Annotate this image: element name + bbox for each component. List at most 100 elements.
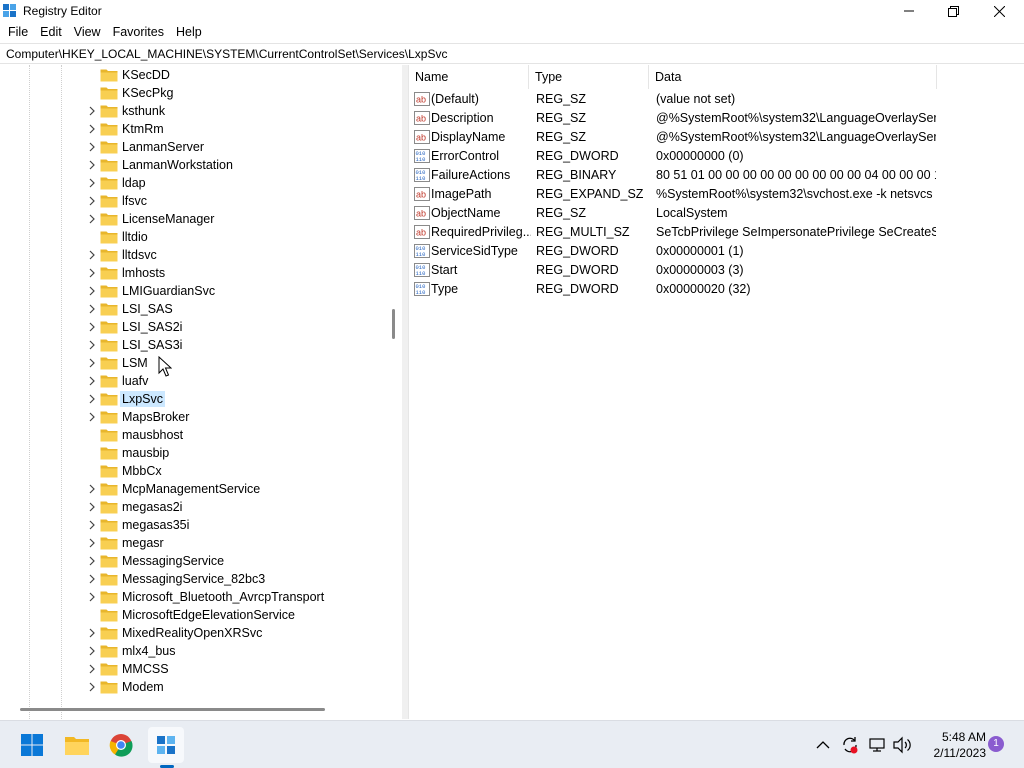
minimize-button[interactable] [886, 0, 932, 22]
chevron-right-icon[interactable] [87, 304, 97, 314]
tree-item[interactable]: lltdsvc [0, 246, 385, 264]
chevron-right-icon[interactable] [87, 628, 97, 638]
value-row[interactable]: ab ObjectName REG_SZ LocalSystem [409, 204, 1023, 223]
column-header-type[interactable]: Type [529, 65, 649, 89]
chevron-right-icon[interactable] [87, 646, 97, 656]
chevron-right-icon[interactable] [87, 592, 97, 602]
tree-item[interactable]: luafv [0, 372, 385, 390]
tree-item[interactable]: lltdio [0, 228, 385, 246]
file-explorer-button[interactable] [59, 727, 95, 763]
network-tray-button[interactable] [868, 721, 886, 768]
tree-horizontal-scrollbar[interactable] [20, 708, 325, 711]
volume-tray-button[interactable] [892, 721, 912, 768]
taskbar-clock[interactable]: 5:48 AM 2/11/2023 [918, 729, 987, 761]
chevron-right-icon[interactable] [87, 178, 97, 188]
tree-item[interactable]: mausbhost [0, 426, 385, 444]
tree-item[interactable]: ksthunk [0, 102, 385, 120]
chevron-right-icon[interactable] [87, 340, 97, 350]
chevron-right-icon[interactable] [87, 214, 97, 224]
value-row[interactable]: ab Description REG_SZ @%SystemRoot%\system3… [409, 109, 1023, 128]
menu-edit[interactable]: Edit [34, 22, 68, 43]
address-path[interactable]: Computer\HKEY_LOCAL_MACHINE\SYSTEM\Curre… [6, 47, 448, 61]
chevron-right-icon[interactable] [87, 250, 97, 260]
chevron-right-icon[interactable] [87, 358, 97, 368]
chevron-right-icon[interactable] [87, 286, 97, 296]
address-bar[interactable]: Computer\HKEY_LOCAL_MACHINE\SYSTEM\Curre… [0, 43, 1024, 64]
menu-help[interactable]: Help [170, 22, 208, 43]
chrome-button[interactable] [103, 727, 139, 763]
menu-file[interactable]: File [2, 22, 34, 43]
registry-editor-taskbar-button[interactable] [148, 727, 184, 763]
chevron-right-icon[interactable] [87, 142, 97, 152]
tree-item[interactable]: LSM [0, 354, 385, 372]
tree-item[interactable]: megasas35i [0, 516, 385, 534]
start-button[interactable] [14, 727, 50, 763]
menu-view[interactable]: View [68, 22, 107, 43]
chevron-right-icon[interactable] [87, 538, 97, 548]
chevron-right-icon[interactable] [87, 106, 97, 116]
value-row[interactable]: ab ImagePath REG_EXPAND_SZ %SystemRoot%\sys… [409, 185, 1023, 204]
tree-item[interactable]: lmhosts [0, 264, 385, 282]
chevron-right-icon[interactable] [87, 574, 97, 584]
value-row[interactable]: 010 110 ServiceSidType REG_DWORD 0x00000001 … [409, 242, 1023, 261]
column-header-data[interactable]: Data [649, 65, 937, 89]
chevron-right-icon[interactable] [87, 376, 97, 386]
tree-item[interactable]: LanmanServer [0, 138, 385, 156]
chevron-right-icon[interactable] [87, 502, 97, 512]
chevron-right-icon[interactable] [87, 322, 97, 332]
tree-item[interactable]: megasas2i [0, 498, 385, 516]
tree-item[interactable]: MixedRealityOpenXRSvc [0, 624, 385, 642]
tree-item[interactable]: mlx4_bus [0, 642, 385, 660]
value-row[interactable]: 010 110 FailureActions REG_BINARY 80 51 01 0… [409, 166, 1023, 185]
tree-item[interactable]: KSecPkg [0, 84, 385, 102]
close-button[interactable] [976, 0, 1022, 22]
tree-item[interactable]: McpManagementService [0, 480, 385, 498]
tree-item[interactable]: MessagingService [0, 552, 385, 570]
notification-badge[interactable]: 1 [988, 736, 1004, 752]
tree-item[interactable]: MapsBroker [0, 408, 385, 426]
menu-favorites[interactable]: Favorites [107, 22, 170, 43]
chevron-right-icon[interactable] [87, 484, 97, 494]
show-hidden-icons-button[interactable] [816, 721, 830, 768]
tree-item[interactable]: LSI_SAS2i [0, 318, 385, 336]
chevron-right-icon[interactable] [87, 556, 97, 566]
chevron-right-icon[interactable] [87, 268, 97, 278]
tree-item[interactable]: MbbCx [0, 462, 385, 480]
chevron-right-icon[interactable] [87, 196, 97, 206]
values-pane[interactable]: Name Type Data ab (Default) REG_SZ (value n… [408, 65, 1022, 719]
chevron-right-icon[interactable] [87, 394, 97, 404]
tree-vertical-scrollbar[interactable] [392, 309, 395, 339]
chevron-right-icon[interactable] [87, 664, 97, 674]
tree-item[interactable]: ldap [0, 174, 385, 192]
tree-item[interactable]: LicenseManager [0, 210, 385, 228]
tree-item[interactable]: LanmanWorkstation [0, 156, 385, 174]
sync-tray-button[interactable] [840, 721, 860, 768]
tree-item[interactable]: KSecDD [0, 66, 385, 84]
tree-item[interactable]: mausbip [0, 444, 385, 462]
maximize-button[interactable] [930, 0, 976, 22]
tree-item[interactable]: LMIGuardianSvc [0, 282, 385, 300]
tree-item[interactable]: LSI_SAS3i [0, 336, 385, 354]
tree-item[interactable]: LxpSvc [0, 390, 385, 408]
tree-item[interactable]: Microsoft_Bluetooth_AvrcpTransport [0, 588, 385, 606]
value-row[interactable]: ab DisplayName REG_SZ @%SystemRoot%\system3… [409, 128, 1023, 147]
tree-item[interactable]: MessagingService_82bc3 [0, 570, 385, 588]
chevron-right-icon[interactable] [87, 160, 97, 170]
value-row[interactable]: 010 110 ErrorControl REG_DWORD 0x00000000 (0… [409, 147, 1023, 166]
tree-item[interactable]: MicrosoftEdgeElevationService [0, 606, 385, 624]
tree-item[interactable]: LSI_SAS [0, 300, 385, 318]
value-row[interactable]: ab (Default) REG_SZ (value not set) [409, 90, 1023, 109]
tree-item[interactable]: MMCSS [0, 660, 385, 678]
chevron-right-icon[interactable] [87, 124, 97, 134]
tree-item[interactable]: megasr [0, 534, 385, 552]
value-row[interactable]: 010 110 Start REG_DWORD 0x00000003 (3) [409, 261, 1023, 280]
column-header-name[interactable]: Name [409, 65, 529, 89]
chevron-right-icon[interactable] [87, 520, 97, 530]
chevron-right-icon[interactable] [87, 682, 97, 692]
value-row[interactable]: 010 110 Type REG_DWORD 0x00000020 (32) [409, 280, 1023, 299]
value-row[interactable]: ab RequiredPrivileg... REG_MULTI_SZ SeTcbPr… [409, 223, 1023, 242]
tree-item[interactable]: KtmRm [0, 120, 385, 138]
tree-item[interactable]: Modem [0, 678, 385, 696]
tree-item[interactable]: lfsvc [0, 192, 385, 210]
key-tree-pane[interactable]: KSecDD KSecPkg ksthunk KtmRm LanmanServer Lan… [0, 65, 402, 719]
